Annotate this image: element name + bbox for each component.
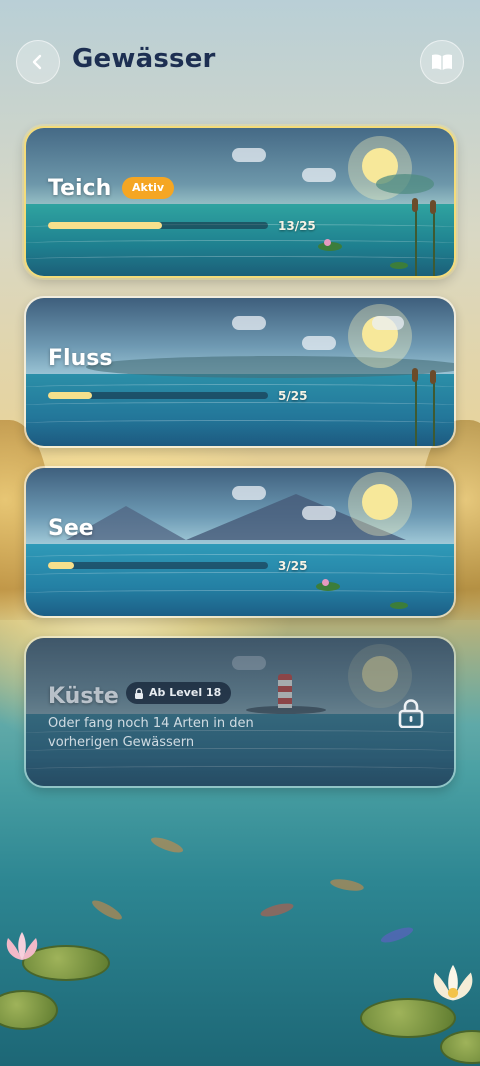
cloud bbox=[232, 148, 266, 162]
lotus-flower-decoration bbox=[6, 932, 38, 960]
tree-silhouette bbox=[376, 174, 434, 194]
lily-pad bbox=[390, 602, 408, 609]
chevron-left-icon bbox=[32, 54, 42, 70]
page-title: Gewässer bbox=[72, 44, 216, 74]
lock-label: Ab Level 18 bbox=[149, 686, 222, 699]
lock-icon bbox=[398, 699, 424, 728]
book-icon bbox=[432, 54, 452, 70]
water-name: See bbox=[48, 516, 94, 541]
progress-bar bbox=[48, 392, 268, 399]
unlock-hint: Oder fang noch 14 Arten in den vorherige… bbox=[48, 716, 254, 750]
progress-fill bbox=[48, 562, 75, 569]
cloud bbox=[302, 506, 336, 520]
cloud bbox=[232, 316, 266, 330]
lily-pad bbox=[390, 262, 408, 269]
lotus-flower-decoration bbox=[433, 964, 473, 1001]
guide-book-button[interactable] bbox=[420, 40, 464, 84]
lock-icon bbox=[135, 687, 143, 699]
header: Gewässer bbox=[16, 40, 464, 88]
progress-fill bbox=[48, 222, 163, 229]
cloud bbox=[372, 316, 404, 330]
water-name: Küste bbox=[48, 684, 119, 709]
cloud bbox=[302, 336, 336, 350]
cloud bbox=[232, 486, 266, 500]
water-card-kueste[interactable]: Küste Ab Level 18 Oder fang noch 14 Arte… bbox=[24, 636, 456, 788]
reed bbox=[415, 376, 417, 446]
progress-label: 3/25 bbox=[278, 559, 308, 573]
water-card-see[interactable]: See 3/25 bbox=[24, 466, 456, 618]
cloud bbox=[302, 168, 336, 182]
level-lock-badge: Ab Level 18 bbox=[126, 682, 232, 704]
water-name: Fluss bbox=[48, 346, 113, 371]
progress-bar bbox=[48, 562, 268, 569]
reed bbox=[433, 208, 435, 276]
reed bbox=[415, 206, 417, 276]
progress-fill bbox=[48, 392, 92, 399]
back-button[interactable] bbox=[16, 40, 60, 84]
active-badge: Aktiv bbox=[122, 177, 175, 199]
progress-bar bbox=[48, 222, 268, 229]
water-card-teich[interactable]: Teich Aktiv 13/25 bbox=[24, 126, 456, 278]
sun bbox=[362, 484, 398, 520]
water-name: Teich bbox=[48, 176, 112, 201]
water-card-fluss[interactable]: Fluss 5/25 bbox=[24, 296, 456, 448]
reed bbox=[433, 378, 435, 446]
progress-label: 13/25 bbox=[278, 219, 316, 233]
progress-label: 5/25 bbox=[278, 389, 308, 403]
